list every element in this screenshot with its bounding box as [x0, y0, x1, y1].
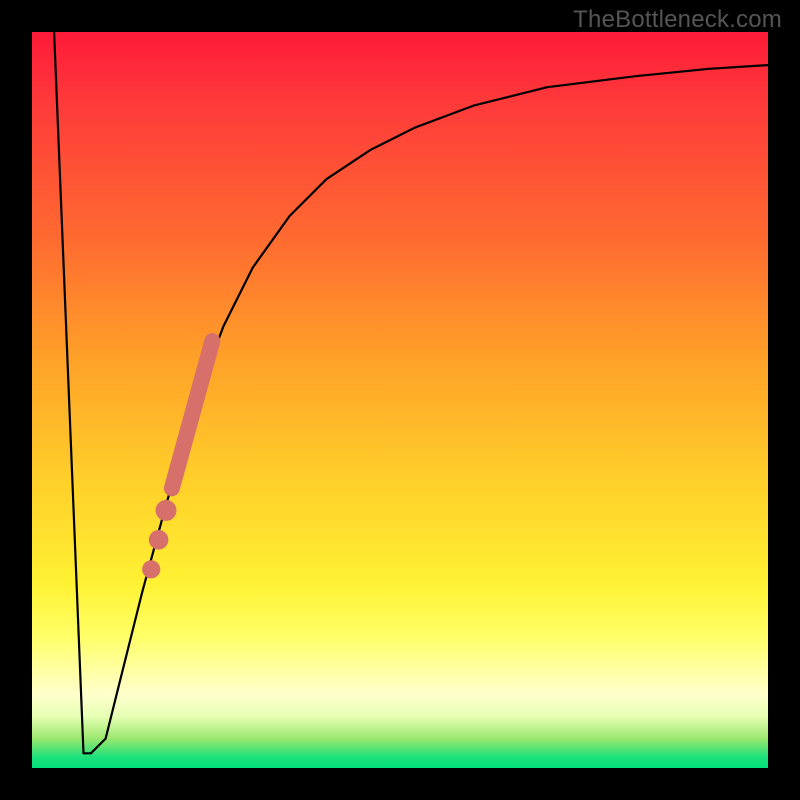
curve-svg — [32, 32, 768, 768]
plot-area — [32, 32, 768, 768]
marker-segment-path — [172, 341, 212, 488]
marker-group — [142, 341, 212, 578]
marker-dot-2 — [149, 530, 169, 550]
curve-path — [54, 32, 768, 753]
marker-dot-1 — [156, 500, 177, 521]
marker-dot-3 — [142, 560, 160, 578]
watermark-text: TheBottleneck.com — [573, 6, 782, 34]
series-curve — [54, 32, 768, 753]
chart-frame: TheBottleneck.com — [0, 0, 800, 800]
